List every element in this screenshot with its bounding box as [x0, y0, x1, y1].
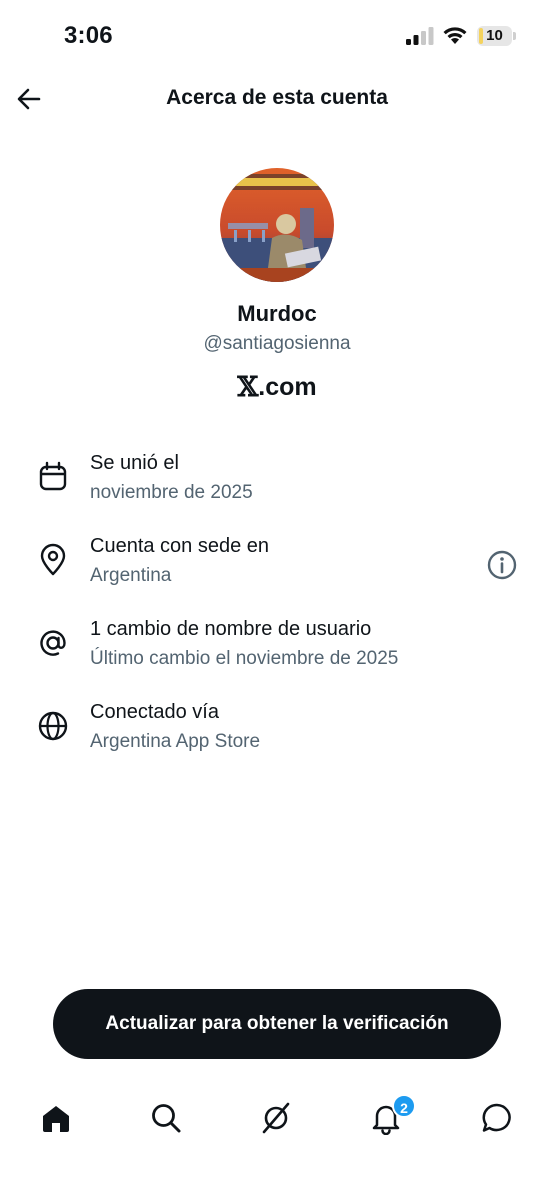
info-label: 1 cambio de nombre de usuario	[90, 618, 372, 640]
info-row-joined: Se unió el noviembre de 2025	[0, 452, 554, 522]
wifi-icon	[443, 27, 467, 44]
info-icon[interactable]	[486, 549, 518, 581]
page-title: Acerca de esta cuenta	[166, 86, 388, 109]
info-value: noviembre de 2025	[90, 482, 253, 503]
grok-icon	[262, 1102, 290, 1134]
avatar[interactable]	[220, 168, 334, 282]
nav-search[interactable]	[144, 1096, 188, 1140]
globe-icon	[38, 711, 68, 741]
info-row-connected-via: Conectado vía Argentina App Store	[0, 701, 554, 771]
info-value: Argentina	[90, 565, 172, 586]
bottom-nav: 2	[0, 1080, 554, 1160]
avatar-image	[220, 168, 334, 282]
battery-indicator: 10	[477, 26, 517, 46]
x-logo-icon: 𝕏	[237, 372, 258, 403]
battery-level: 10	[486, 27, 503, 44]
info-label: Se unió el	[90, 452, 179, 474]
info-row-location: Cuenta con sede en Argentina	[0, 535, 554, 605]
username-handle: @santiagosienna	[203, 333, 351, 354]
notification-count-badge: 2	[392, 1094, 416, 1118]
info-row-username-changes: 1 cambio de nombre de usuario Último cam…	[0, 618, 554, 688]
location-pin-icon	[40, 543, 66, 576]
calendar-icon	[39, 461, 67, 491]
info-label: Cuenta con sede en	[90, 535, 270, 557]
cellular-signal-icon	[406, 27, 434, 45]
info-label: Conectado vía	[90, 701, 219, 723]
status-time: 3:06	[64, 22, 113, 49]
at-sign-icon	[40, 630, 66, 656]
home-icon	[43, 1106, 69, 1132]
search-icon	[152, 1104, 181, 1133]
top-header: Acerca de esta cuenta	[0, 76, 554, 124]
site-domain-text: .com	[258, 373, 317, 401]
info-value: Último cambio el noviembre de 2025	[90, 648, 399, 669]
nav-home[interactable]	[34, 1096, 78, 1140]
status-bar: 3:06 10	[0, 0, 554, 76]
messages-icon	[482, 1103, 511, 1132]
x-com-label: 𝕏 .com	[0, 372, 554, 403]
nav-grok[interactable]	[254, 1096, 298, 1140]
info-value: Argentina App Store	[90, 731, 261, 752]
upgrade-verification-button[interactable]: Actualizar para obtener la verificación	[53, 989, 501, 1059]
battery-cap	[513, 32, 516, 40]
nav-messages[interactable]	[475, 1096, 519, 1140]
display-name: Murdoc	[237, 301, 317, 326]
